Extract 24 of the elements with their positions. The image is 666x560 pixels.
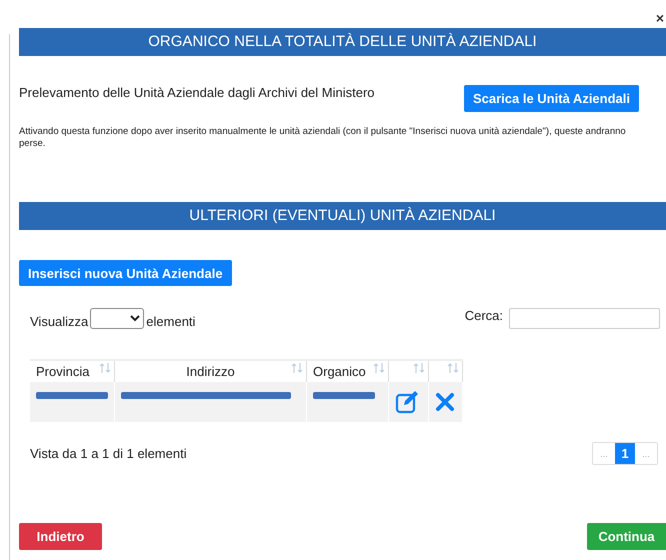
insert-button[interactable]: Inserisci nuova Unità Aziendale xyxy=(19,260,232,286)
back-button[interactable]: Indietro xyxy=(19,523,102,550)
section-header: ULTERIORI (EVENTUALI) UNITÀ AZIENDALI xyxy=(19,202,666,230)
description-text: Prelevamento delle Unità Aziendale dagli Archivi del Ministero xyxy=(19,85,375,100)
show-suffix: elementi xyxy=(146,314,196,329)
sort-icon xyxy=(413,362,425,374)
sort-icon xyxy=(291,362,303,374)
show-label: Visualizza xyxy=(30,314,88,329)
table-info: Vista da 1 a 1 di 1 elementi xyxy=(30,446,187,461)
section-header: ORGANICO NELLA TOTALITÀ DELLE UNITÀ AZIENDALI xyxy=(19,28,666,56)
edit-icon[interactable] xyxy=(395,390,421,414)
search-field[interactable] xyxy=(509,308,660,329)
sort-icon xyxy=(99,362,111,374)
chevron-down-icon xyxy=(130,315,140,322)
delete-icon[interactable] xyxy=(435,392,455,412)
sort-icon xyxy=(447,362,459,374)
page-button[interactable]: 1 xyxy=(615,443,635,464)
close-button[interactable]: × xyxy=(654,10,666,26)
sort-icon xyxy=(373,362,385,374)
warning-note: Attivando questa funzione dopo aver inserito manualmente le unità aziendali (con il pulsante "Inserisci nuova unità aziendale"), queste andranno perse. xyxy=(19,126,627,150)
page-size-select[interactable] xyxy=(90,308,144,329)
continue-button[interactable]: Continua xyxy=(587,523,666,550)
download-button[interactable]: Scarica le Unità Aziendali xyxy=(464,85,639,112)
search-label: Cerca: xyxy=(464,308,503,323)
